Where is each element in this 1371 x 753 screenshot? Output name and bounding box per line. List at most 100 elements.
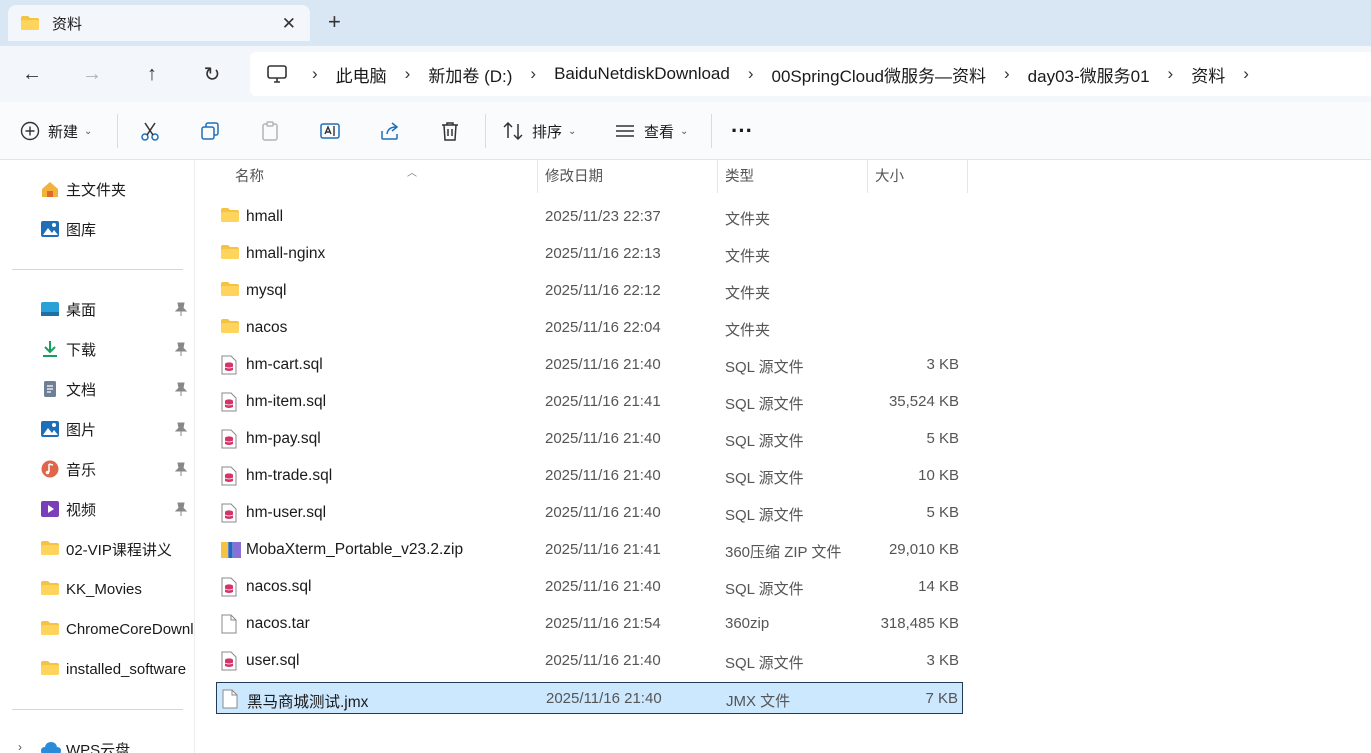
file-type: SQL 源文件	[725, 359, 804, 376]
folder-icon	[220, 318, 240, 338]
sidebar-item-home[interactable]: 主文件夹	[0, 172, 195, 206]
file-row[interactable]: hm-cart.sql 2025/11/16 21:40 SQL 源文件 3 KB	[216, 349, 963, 381]
back-button[interactable]: ←	[18, 60, 46, 88]
file-name: nacos.sql	[246, 578, 312, 595]
sidebar-item-kk-movies[interactable]: KK_Movies	[0, 572, 195, 606]
file-type: 360压缩 ZIP 文件	[725, 544, 842, 561]
pin-icon[interactable]	[175, 302, 187, 316]
chevron-right-icon[interactable]: ›	[405, 64, 411, 84]
sort-button[interactable]: 排序 ⌄	[502, 118, 576, 144]
chevron-right-icon[interactable]: ›	[312, 64, 318, 84]
file-row[interactable]: nacos.tar 2025/11/16 21:54 360zip 318,485 K…	[216, 608, 963, 640]
breadcrumb-current[interactable]: 资料	[1191, 62, 1225, 87]
breadcrumb-day03[interactable]: day03-微服务01	[1028, 62, 1150, 87]
computer-icon[interactable]	[266, 64, 288, 84]
file-name: MobaXterm_Portable_v23.2.zip	[246, 541, 464, 558]
sidebar-item-installed-software[interactable]: installed_software	[0, 652, 195, 686]
folder-icon	[41, 661, 59, 675]
file-name: hmall-nginx	[246, 245, 326, 262]
breadcrumb-springcloud[interactable]: 00SpringCloud微服务—资料	[772, 62, 986, 87]
more-options-button[interactable]: ···	[731, 118, 753, 144]
sidebar-item-desktop[interactable]: 桌面	[0, 292, 195, 326]
column-header-date[interactable]: 修改日期	[537, 160, 718, 193]
rename-button[interactable]	[319, 118, 341, 144]
chevron-right-icon[interactable]: ›	[18, 740, 22, 753]
chevron-right-icon[interactable]: ›	[1243, 64, 1249, 84]
sidebar-item-vip-notes[interactable]: 02-VIP课程讲义	[0, 532, 195, 566]
pictures-icon	[41, 421, 59, 437]
chevron-right-icon[interactable]: ›	[748, 64, 754, 84]
up-button[interactable]: ↑	[138, 60, 166, 88]
file-row[interactable]: nacos 2025/11/16 22:04 文件夹	[216, 312, 963, 344]
file-row[interactable]: hmall-nginx 2025/11/16 22:13 文件夹	[216, 238, 963, 270]
sidebar-item-pictures[interactable]: 图片	[0, 412, 195, 446]
file-row[interactable]: hmall 2025/11/23 22:37 文件夹	[216, 201, 963, 233]
pin-icon[interactable]	[175, 502, 187, 516]
file-name: nacos.tar	[246, 615, 310, 632]
file-row[interactable]: hm-user.sql 2025/11/16 21:40 SQL 源文件 5 KB	[216, 497, 963, 529]
file-type: 文件夹	[725, 248, 771, 265]
sidebar-item-chrome-core[interactable]: ChromeCoreDownloads	[0, 612, 195, 646]
file-size: 318,485 KB	[880, 615, 959, 632]
pin-icon[interactable]	[175, 382, 187, 396]
clipboard-icon	[262, 121, 278, 141]
sidebar-item-videos[interactable]: 视频	[0, 492, 195, 526]
pin-icon[interactable]	[175, 422, 187, 436]
scissors-icon	[141, 122, 159, 141]
pin-icon[interactable]	[175, 462, 187, 476]
home-icon	[42, 182, 58, 197]
file-row[interactable]: 黑马商城测试.jmx 2025/11/16 21:40 JMX 文件 7 KB	[216, 682, 963, 714]
chevron-right-icon[interactable]: ›	[530, 64, 536, 84]
chevron-right-icon[interactable]: ›	[1168, 64, 1174, 84]
file-icon	[221, 689, 239, 713]
file-row[interactable]: hm-pay.sql 2025/11/16 21:40 SQL 源文件 5 KB	[216, 423, 963, 455]
new-button[interactable]: 新建 ⌄	[20, 118, 92, 144]
tab-active[interactable]: 资料 ✕	[8, 5, 310, 41]
column-header-type[interactable]: 类型	[717, 160, 868, 193]
paste-button[interactable]	[259, 118, 281, 144]
folder-icon	[220, 207, 240, 227]
column-header-name[interactable]: ︿ 名称	[227, 160, 538, 193]
file-size: 3 KB	[926, 652, 959, 669]
file-row[interactable]: hm-item.sql 2025/11/16 21:41 SQL 源文件 35,524…	[216, 386, 963, 418]
sql-file-icon	[220, 355, 238, 379]
file-name: 黑马商城测试.jmx	[247, 694, 369, 711]
forward-button[interactable]: →	[78, 60, 106, 88]
cut-button[interactable]	[139, 118, 161, 144]
breadcrumb-drive-d[interactable]: 新加卷 (D:)	[428, 62, 512, 87]
refresh-button[interactable]: ↻	[198, 60, 226, 88]
trash-icon	[442, 122, 458, 141]
sidebar-item-wps[interactable]: › WPS云盘	[0, 732, 195, 753]
chevron-right-icon[interactable]: ›	[1004, 64, 1010, 84]
view-button[interactable]: 查看 ⌄	[614, 118, 688, 144]
file-row[interactable]: user.sql 2025/11/16 21:40 SQL 源文件 3 KB	[216, 645, 963, 677]
column-header-size[interactable]: 大小	[867, 160, 968, 193]
sql-file-icon	[220, 503, 238, 527]
file-row[interactable]: hm-trade.sql 2025/11/16 21:40 SQL 源文件 10 KB	[216, 460, 963, 492]
breadcrumb-baidu[interactable]: BaiduNetdiskDownload	[554, 64, 730, 84]
copy-button[interactable]	[199, 118, 221, 144]
pin-icon[interactable]	[175, 342, 187, 356]
column-type-label: 类型	[725, 169, 754, 185]
folder-icon	[41, 621, 59, 635]
sidebar-item-documents[interactable]: 文档	[0, 372, 195, 406]
breadcrumb-this-pc[interactable]: 此电脑	[336, 62, 387, 87]
close-tab-icon[interactable]: ✕	[282, 14, 296, 34]
sidebar-item-gallery[interactable]: 图库	[0, 212, 195, 246]
delete-button[interactable]	[439, 118, 461, 144]
sidebar-item-music[interactable]: 音乐	[0, 452, 195, 486]
file-date: 2025/11/16 21:40	[545, 356, 661, 373]
download-icon	[43, 341, 57, 357]
new-label: 新建	[48, 123, 79, 141]
share-button[interactable]	[379, 118, 401, 144]
file-row[interactable]: mysql 2025/11/16 22:12 文件夹	[216, 275, 963, 307]
file-row[interactable]: nacos.sql 2025/11/16 21:40 SQL 源文件 14 KB	[216, 571, 963, 603]
file-row[interactable]: MobaXterm_Portable_v23.2.zip 2025/11/16 2…	[216, 534, 963, 566]
address-bar[interactable]: › 此电脑 › 新加卷 (D:) › BaiduNetdiskDownload …	[250, 52, 1371, 96]
sidebar-item-label: installed_software	[66, 660, 187, 678]
file-date: 2025/11/16 21:54	[545, 615, 661, 632]
view-label: 查看	[644, 123, 675, 141]
sidebar-item-label: ChromeCoreDownloads	[66, 620, 194, 638]
sidebar-item-downloads[interactable]: 下载	[0, 332, 195, 366]
new-tab-button[interactable]: +	[328, 10, 341, 34]
